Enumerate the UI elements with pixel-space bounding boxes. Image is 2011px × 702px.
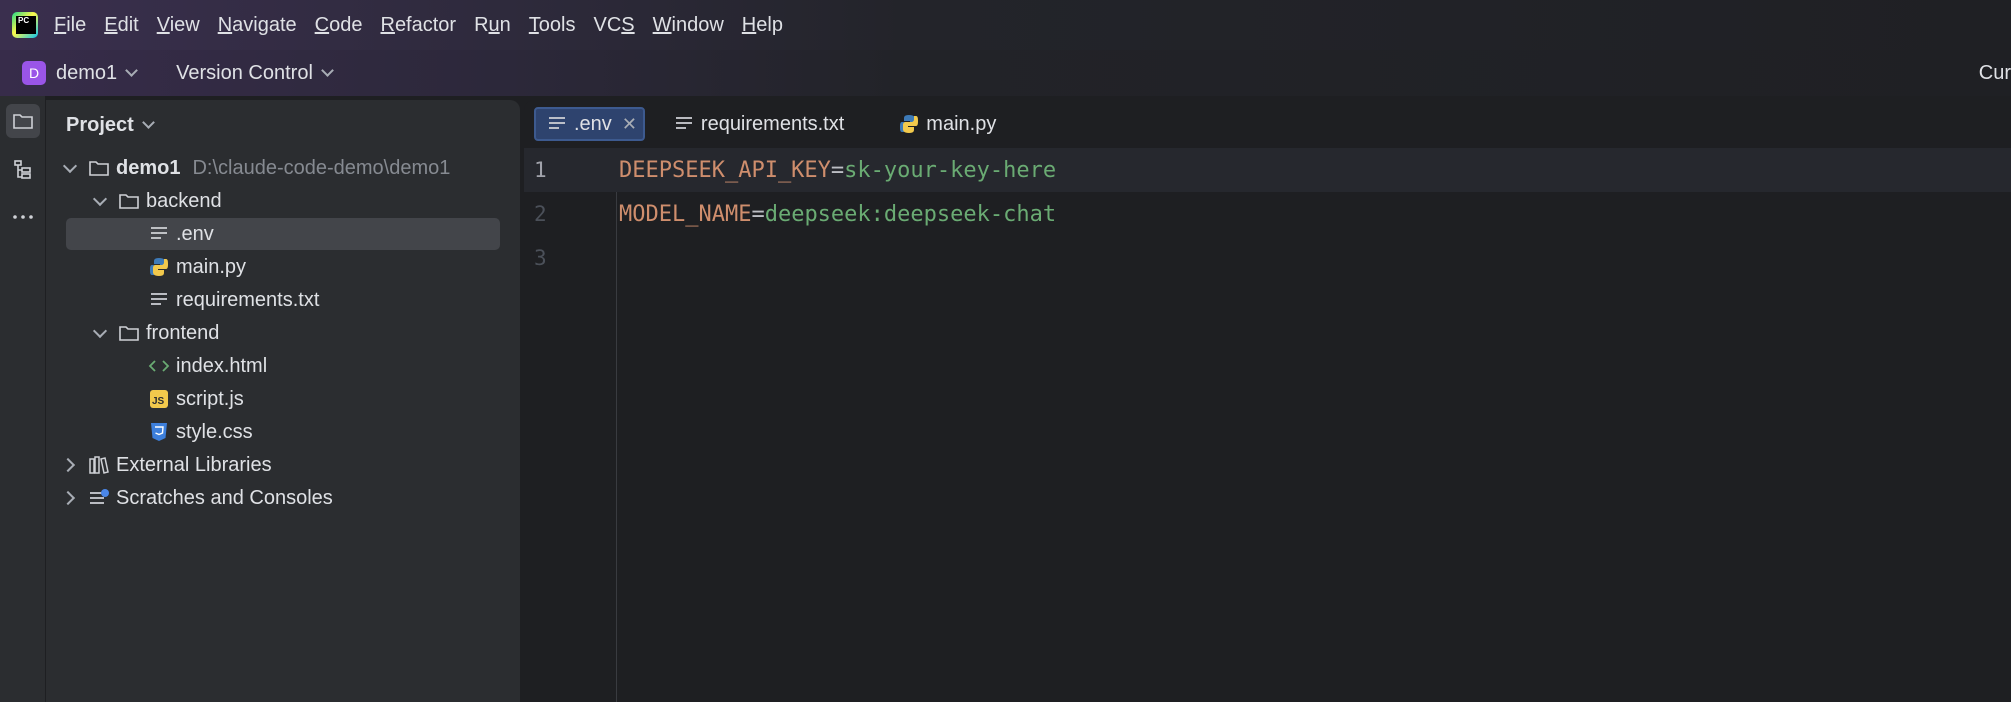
tree-item-label: frontend — [146, 321, 220, 344]
scratches-icon — [88, 487, 110, 509]
menu-refactor[interactable]: Refactor — [380, 14, 456, 37]
svg-text:JS: JS — [152, 396, 165, 407]
tree-item-env[interactable]: .env — [46, 218, 520, 250]
menu-bar: File Edit View Navigate Code Refactor Ru… — [0, 0, 2011, 50]
text-file-icon — [148, 289, 170, 311]
menu-code[interactable]: Code — [315, 14, 363, 37]
chevron-right-icon[interactable] — [60, 455, 80, 475]
code-text: DEEPSEEK_API_KEY=sk-your-key-here — [619, 157, 1057, 183]
css-file-icon — [148, 421, 170, 443]
tree-item-index-html[interactable]: index.html — [46, 350, 520, 382]
line-number: 1 — [534, 158, 547, 182]
chevron-down-icon[interactable] — [90, 191, 110, 211]
text-file-icon — [148, 223, 170, 245]
code-text: MODEL_NAME=deepseek:deepseek-chat — [619, 201, 1057, 227]
folder-icon — [118, 322, 140, 344]
version-control-label: Version Control — [176, 61, 313, 84]
tree-item-label: demo1 — [116, 156, 181, 179]
tree-item-requirements-txt[interactable]: requirements.txt — [46, 284, 520, 316]
tree-item-main-py[interactable]: main.py — [46, 251, 520, 283]
editor-tabs: .env ✕ requirements.txt main.py — [524, 100, 2011, 148]
main-toolbar: D demo1 Version Control Cur — [0, 50, 2011, 96]
text-file-icon — [673, 113, 695, 135]
chevron-down-icon — [321, 63, 334, 77]
tool-window-strip — [0, 96, 46, 702]
project-selector[interactable]: demo1 — [56, 61, 139, 85]
tree-item-label: main.py — [176, 255, 247, 278]
folder-icon — [88, 157, 110, 179]
project-tool-button[interactable] — [6, 104, 40, 138]
current-file-selector[interactable]: Cur — [1979, 50, 2011, 96]
version-control-selector[interactable]: Version Control — [176, 61, 334, 85]
editor-area: .env ✕ requirements.txt main.py 1 DEEPSE… — [524, 100, 2011, 702]
structure-tool-button[interactable] — [6, 152, 40, 186]
project-panel-title: Project — [66, 113, 134, 136]
more-tools-button[interactable] — [6, 200, 40, 234]
chevron-right-icon[interactable] — [60, 488, 80, 508]
code-line[interactable]: 1 DEEPSEEK_API_KEY=sk-your-key-here — [524, 148, 2011, 192]
menu-vcs[interactable]: VCS — [594, 14, 635, 37]
python-file-icon — [148, 256, 170, 278]
tree-item-label: script.js — [176, 387, 244, 410]
text-file-icon — [546, 113, 568, 135]
tree-item-label: .env — [176, 222, 214, 245]
menu-view[interactable]: View — [157, 14, 200, 37]
tree-item-label: style.css — [176, 420, 253, 443]
project-name: demo1 — [56, 61, 118, 84]
tree-item-backend[interactable]: backend — [46, 185, 520, 217]
menu-file[interactable]: File — [54, 14, 86, 37]
tree-item-style-css[interactable]: style.css — [46, 416, 520, 448]
tab-requirements-txt[interactable]: requirements.txt — [663, 107, 854, 141]
chevron-down-icon — [141, 115, 155, 129]
line-number: 3 — [534, 246, 547, 270]
tree-item-frontend[interactable]: frontend — [46, 317, 520, 349]
folder-icon — [13, 114, 33, 129]
chevron-down-icon[interactable] — [90, 323, 110, 343]
tab-main-py[interactable]: main.py — [888, 107, 1006, 141]
tab-label: .env — [574, 112, 612, 135]
menu-help[interactable]: Help — [742, 14, 783, 37]
tab-label: requirements.txt — [700, 112, 845, 135]
tree-item-script-js[interactable]: JS script.js — [46, 383, 520, 415]
project-badge[interactable]: D — [22, 61, 46, 85]
menu-navigate[interactable]: Navigate — [218, 14, 297, 37]
tree-item-demo1[interactable]: demo1 D:\claude-code-demo\demo1 — [46, 152, 520, 184]
pycharm-logo-icon[interactable] — [12, 12, 38, 38]
tree-item-label: requirements.txt — [176, 288, 320, 311]
project-panel: Project demo1 D:\claude-code-demo\demo1 … — [46, 100, 520, 702]
menu-tools[interactable]: Tools — [529, 14, 576, 37]
tree-item-label: index.html — [176, 354, 268, 377]
line-number: 2 — [534, 202, 547, 226]
project-path: D:\claude-code-demo\demo1 — [192, 156, 451, 179]
html-file-icon — [148, 355, 170, 377]
menu-run[interactable]: Run — [474, 14, 511, 37]
tree-item-label: Scratches and Consoles — [116, 486, 333, 509]
tab-label: main.py — [926, 112, 997, 135]
chevron-down-icon[interactable] — [60, 158, 80, 178]
project-panel-header[interactable]: Project — [46, 100, 520, 150]
code-line[interactable]: 2 MODEL_NAME=deepseek:deepseek-chat — [524, 192, 2011, 236]
tree-item-scratches-and-consoles[interactable]: Scratches and Consoles — [46, 482, 520, 514]
tree-item-label: External Libraries — [116, 453, 272, 476]
more-horizontal-icon — [13, 215, 33, 219]
code-line[interactable]: 3 — [524, 236, 2011, 280]
folder-icon — [118, 190, 140, 212]
close-icon[interactable]: ✕ — [622, 114, 637, 135]
chevron-down-icon — [125, 63, 139, 77]
menu-edit[interactable]: Edit — [104, 14, 138, 37]
library-icon — [88, 454, 110, 476]
menu-window[interactable]: Window — [653, 14, 724, 37]
structure-icon — [14, 160, 31, 179]
code-editor[interactable]: 1 DEEPSEEK_API_KEY=sk-your-key-here 2 MO… — [524, 148, 2011, 702]
js-file-icon: JS — [148, 388, 170, 410]
tree-item-label: backend — [146, 189, 222, 212]
tree-item-external-libraries[interactable]: External Libraries — [46, 449, 520, 481]
tab-env[interactable]: .env ✕ — [534, 107, 645, 141]
python-file-icon — [898, 113, 920, 135]
